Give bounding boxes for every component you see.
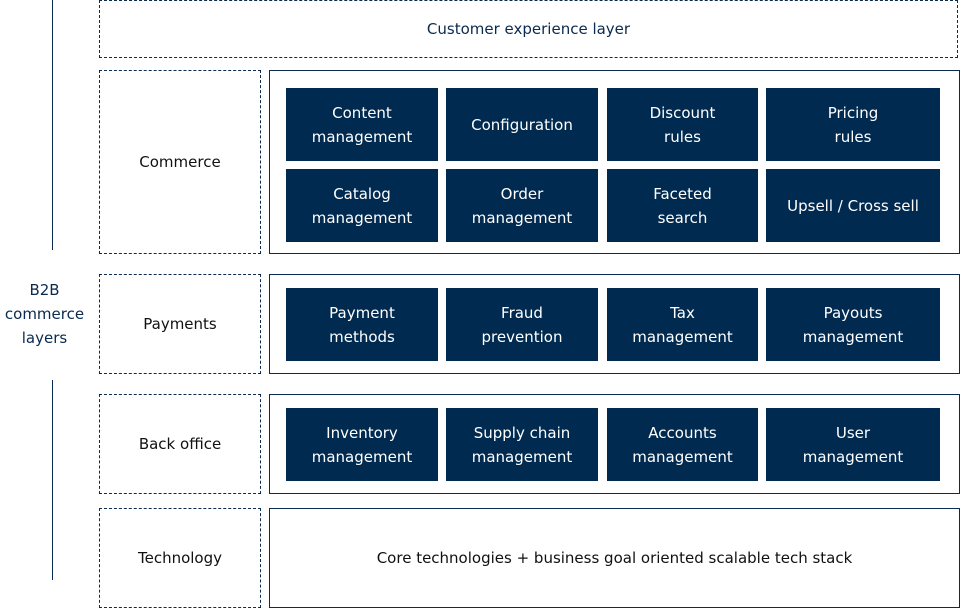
tile-inventory-management: Inventory management: [286, 408, 438, 481]
tile-content-management: Content management: [286, 88, 438, 161]
tile-faceted-search: Faceted search: [607, 169, 758, 242]
tile-discount-rules: Discount rules: [607, 88, 758, 161]
tile-fraud-prevention: Fraud prevention: [446, 288, 598, 361]
tile-order-management: Order management: [446, 169, 598, 242]
tile-accounts-management: Accounts management: [607, 408, 758, 481]
back-office-panel: Inventory management Supply chain manage…: [269, 394, 960, 494]
bracket-line-bottom: [52, 380, 53, 580]
bracket-line-top: [52, 0, 53, 250]
tile-payment-methods: Payment methods: [286, 288, 438, 361]
customer-experience-layer: Customer experience layer: [99, 0, 958, 58]
layer-label-payments: Payments: [99, 274, 261, 374]
tile-supply-chain-management: Supply chain management: [446, 408, 598, 481]
side-label: B2B commerce layers: [4, 281, 85, 347]
tile-payouts-management: Payouts management: [766, 288, 940, 361]
technology-panel: Core technologies + business goal orient…: [269, 508, 960, 608]
tile-upsell-cross-sell: Upsell / Cross sell: [766, 169, 940, 242]
tile-catalog-management: Catalog management: [286, 169, 438, 242]
tile-pricing-rules: Pricing rules: [766, 88, 940, 161]
tile-configuration: Configuration: [446, 88, 598, 161]
tile-tax-management: Tax management: [607, 288, 758, 361]
technology-description: Core technologies + business goal orient…: [376, 549, 853, 567]
layer-label-technology: Technology: [99, 508, 261, 608]
commerce-panel: Content management Configuration Discoun…: [269, 70, 960, 254]
layer-label-back-office: Back office: [99, 394, 261, 494]
layer-label-commerce: Commerce: [99, 70, 261, 254]
tile-user-management: User management: [766, 408, 940, 481]
payments-panel: Payment methods Fraud prevention Tax man…: [269, 274, 960, 374]
